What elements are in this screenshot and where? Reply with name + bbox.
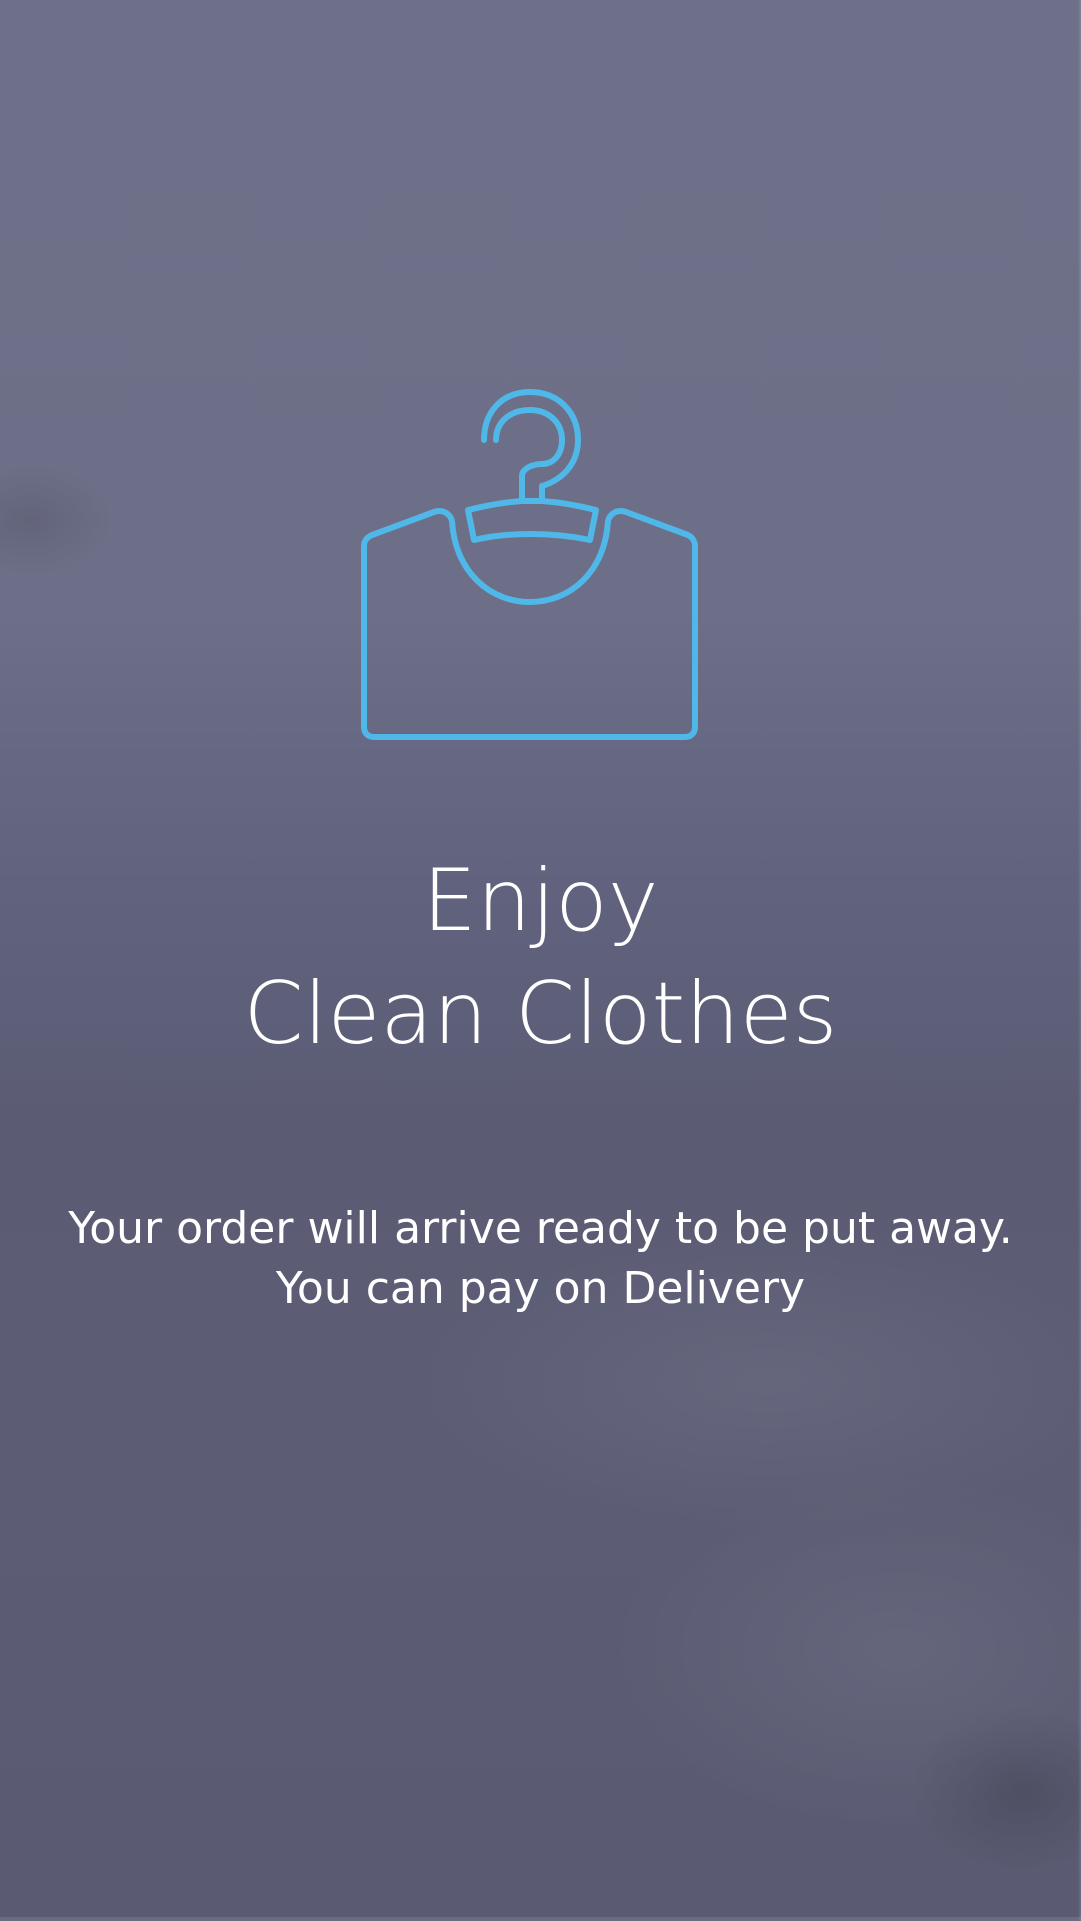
description-line-2: You can pay on Delivery [275,1263,806,1314]
description-line-1: Your order will arrive ready to be put a… [68,1203,1013,1254]
title-line-2: Clean Clothes [243,964,838,1064]
page-title: Enjoy Clean Clothes [0,845,1081,1071]
onboarding-screen: Enjoy Clean Clothes Your order will arri… [0,0,1081,1921]
description-text: Your order will arrive ready to be put a… [0,1199,1081,1319]
clothes-hanger-icon [350,384,708,746]
title-line-1: Enjoy [422,851,659,951]
bottom-edge-highlight [0,1917,1081,1921]
